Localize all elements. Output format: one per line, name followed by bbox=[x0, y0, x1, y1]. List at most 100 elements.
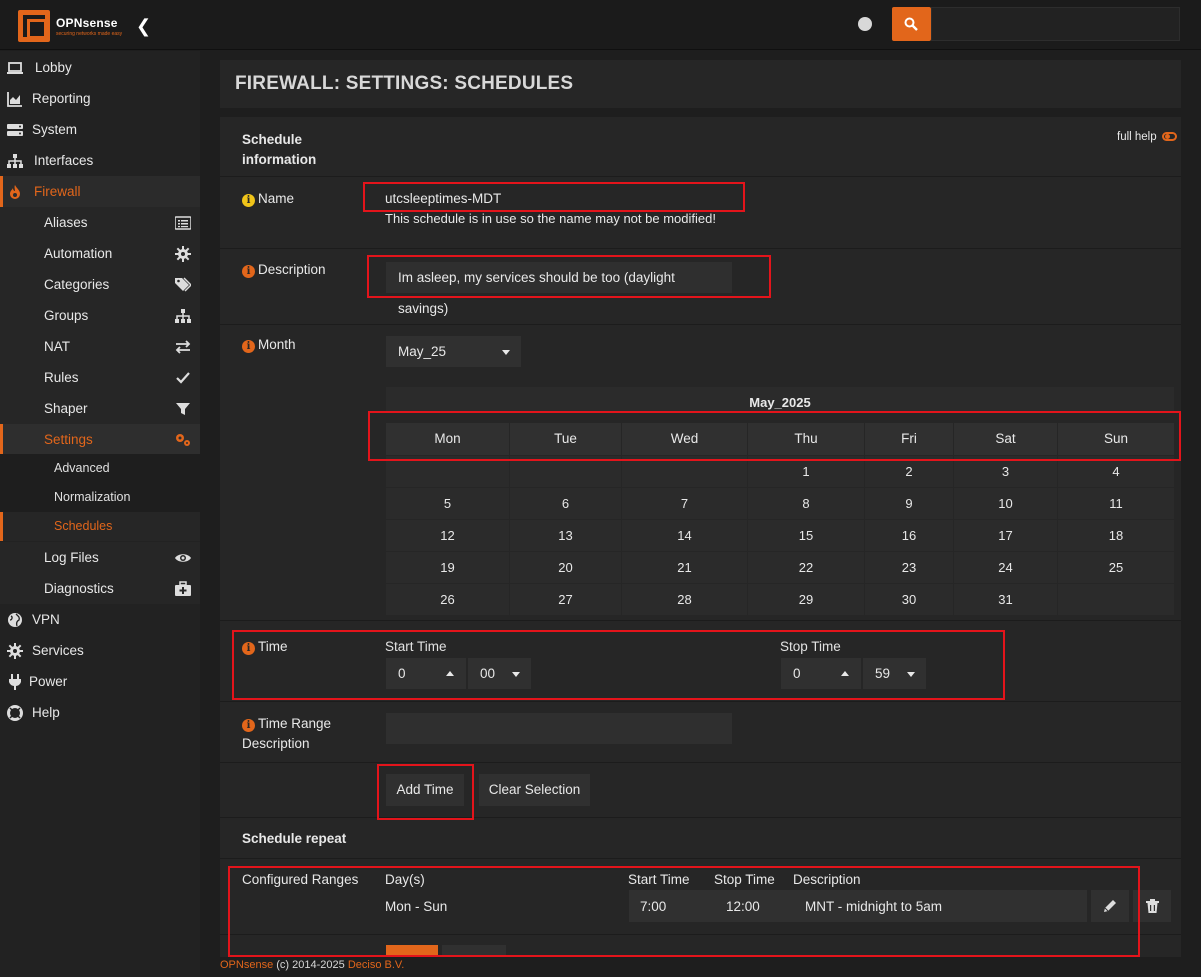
clear-selection-button[interactable]: Clear Selection bbox=[479, 774, 590, 806]
day-header-tue[interactable]: Tue bbox=[510, 423, 622, 455]
cancel-button[interactable] bbox=[442, 945, 506, 957]
calendar-day-cell[interactable]: 9 bbox=[865, 488, 954, 519]
calendar-day-cell[interactable]: 1 bbox=[748, 456, 865, 487]
add-time-button[interactable]: Add Time bbox=[386, 774, 464, 806]
search-input[interactable] bbox=[931, 7, 1180, 41]
chevron-left-icon[interactable]: ❮ bbox=[136, 16, 151, 37]
calendar-day-cell[interactable]: 21 bbox=[622, 552, 748, 583]
sidebar: Lobby Reporting System Interfaces Firewa… bbox=[0, 51, 200, 977]
calendar-day-cell[interactable]: 23 bbox=[865, 552, 954, 583]
day-header-sat[interactable]: Sat bbox=[954, 423, 1058, 455]
calendar-day-cell[interactable]: 2 bbox=[865, 456, 954, 487]
search-button[interactable] bbox=[892, 7, 931, 41]
info-icon[interactable]: i bbox=[242, 194, 255, 207]
footer-company-link[interactable]: Deciso B.V. bbox=[348, 959, 404, 971]
calendar-day-cell[interactable]: 18 bbox=[1058, 520, 1174, 551]
full-help-toggle[interactable]: full help bbox=[1117, 131, 1177, 143]
calendar-day-cell[interactable]: 6 bbox=[510, 488, 622, 519]
sidebar-item-shaper[interactable]: Shaper bbox=[0, 393, 200, 424]
start-hour-select[interactable]: 0 bbox=[386, 658, 466, 689]
calendar-day-cell[interactable]: 7 bbox=[622, 488, 748, 519]
calendar-day-cell[interactable]: 13 bbox=[510, 520, 622, 551]
calendar-day-cell[interactable]: 27 bbox=[510, 584, 622, 615]
sidebar-item-normalization[interactable]: Normalization bbox=[0, 483, 200, 512]
month-select[interactable]: May_25 bbox=[386, 336, 521, 367]
day-header-thu[interactable]: Thu bbox=[748, 423, 865, 455]
calendar-day-cell bbox=[386, 456, 510, 487]
range-stop: 12:00 bbox=[726, 899, 760, 914]
calendar-day-cell[interactable]: 14 bbox=[622, 520, 748, 551]
stop-hour-select[interactable]: 0 bbox=[781, 658, 861, 689]
sidebar-item-groups[interactable]: Groups bbox=[0, 300, 200, 331]
calendar-day-cell[interactable]: 19 bbox=[386, 552, 510, 583]
delete-button[interactable] bbox=[1133, 890, 1171, 922]
range-description: MNT - midnight to 5am bbox=[805, 899, 943, 914]
time-range-description-input[interactable] bbox=[386, 713, 732, 744]
calendar-day-cell[interactable]: 4 bbox=[1058, 456, 1174, 487]
section-title: Schedule information bbox=[242, 130, 316, 170]
sidebar-item-reporting[interactable]: Reporting bbox=[0, 83, 200, 114]
info-icon[interactable]: i bbox=[242, 265, 255, 278]
info-icon[interactable]: i bbox=[242, 340, 255, 353]
start-minute-select[interactable]: 00 bbox=[468, 658, 531, 689]
tags-icon bbox=[175, 277, 191, 292]
sidebar-item-diagnostics[interactable]: Diagnostics bbox=[0, 573, 200, 604]
sidebar-item-help[interactable]: Help bbox=[0, 697, 200, 728]
info-icon[interactable]: i bbox=[242, 719, 255, 732]
sidebar-item-aliases[interactable]: Aliases bbox=[0, 207, 200, 238]
description-input[interactable]: Im asleep, my services should be too (da… bbox=[386, 262, 732, 316]
stop-time-label: Stop Time bbox=[780, 639, 841, 654]
info-icon[interactable]: i bbox=[242, 642, 255, 655]
theme-toggle-icon[interactable] bbox=[858, 17, 872, 31]
day-header-wed[interactable]: Wed bbox=[622, 423, 748, 455]
calendar-day-cell[interactable]: 5 bbox=[386, 488, 510, 519]
sidebar-item-categories[interactable]: Categories bbox=[0, 269, 200, 300]
calendar-day-cell[interactable]: 3 bbox=[954, 456, 1058, 487]
sidebar-item-log-files[interactable]: Log Files bbox=[0, 542, 200, 573]
calendar-day-cell[interactable]: 24 bbox=[954, 552, 1058, 583]
sidebar-item-nat[interactable]: NAT bbox=[0, 331, 200, 362]
month-label: Month bbox=[258, 337, 296, 352]
sidebar-item-vpn[interactable]: VPN bbox=[0, 604, 200, 635]
range-days: Mon - Sun bbox=[385, 899, 448, 914]
calendar-day-cell[interactable]: 28 bbox=[622, 584, 748, 615]
calendar-day-cell[interactable]: 16 bbox=[865, 520, 954, 551]
day-header-mon[interactable]: Mon bbox=[386, 423, 510, 455]
sidebar-item-interfaces[interactable]: Interfaces bbox=[0, 145, 200, 176]
stop-minute-select[interactable]: 59 bbox=[863, 658, 926, 689]
edit-button[interactable] bbox=[1091, 890, 1129, 922]
sidebar-item-settings[interactable]: Settings bbox=[0, 424, 200, 455]
calendar-day-cell[interactable]: 31 bbox=[954, 584, 1058, 615]
calendar-day-cell[interactable]: 11 bbox=[1058, 488, 1174, 519]
sidebar-item-services[interactable]: Services bbox=[0, 635, 200, 666]
calendar-day-cell[interactable]: 26 bbox=[386, 584, 510, 615]
day-header-fri[interactable]: Fri bbox=[865, 423, 954, 455]
toggle-icon bbox=[1161, 132, 1177, 141]
sidebar-item-schedules[interactable]: Schedules bbox=[0, 512, 200, 541]
sidebar-item-rules[interactable]: Rules bbox=[0, 362, 200, 393]
sidebar-item-system[interactable]: System bbox=[0, 114, 200, 145]
sidebar-item-advanced[interactable]: Advanced bbox=[0, 454, 200, 483]
sidebar-item-lobby[interactable]: Lobby bbox=[0, 52, 200, 83]
save-button[interactable] bbox=[386, 945, 438, 957]
calendar-day-cell[interactable]: 10 bbox=[954, 488, 1058, 519]
calendar-day-cell[interactable]: 25 bbox=[1058, 552, 1174, 583]
check-icon bbox=[176, 372, 190, 384]
calendar-day-cell[interactable]: 29 bbox=[748, 584, 865, 615]
sidebar-item-firewall[interactable]: Firewall bbox=[0, 176, 200, 207]
calendar-day-cell[interactable]: 8 bbox=[748, 488, 865, 519]
sidebar-item-automation[interactable]: Automation bbox=[0, 238, 200, 269]
gear-icon bbox=[7, 643, 23, 659]
calendar-day-cell[interactable]: 22 bbox=[748, 552, 865, 583]
life-ring-icon bbox=[7, 705, 23, 721]
calendar-day-cell[interactable]: 30 bbox=[865, 584, 954, 615]
footer-brand-link[interactable]: OPNsense bbox=[220, 959, 273, 971]
sidebar-item-power[interactable]: Power bbox=[0, 666, 200, 697]
calendar-day-cell[interactable]: 17 bbox=[954, 520, 1058, 551]
opnsense-logo[interactable]: OPNsense securing networks made easy bbox=[18, 10, 128, 42]
calendar-day-cell[interactable]: 15 bbox=[748, 520, 865, 551]
calendar-day-cell[interactable]: 12 bbox=[386, 520, 510, 551]
day-header-sun[interactable]: Sun bbox=[1058, 423, 1174, 455]
time-range-label-1: Time Range bbox=[258, 716, 332, 731]
calendar-day-cell[interactable]: 20 bbox=[510, 552, 622, 583]
